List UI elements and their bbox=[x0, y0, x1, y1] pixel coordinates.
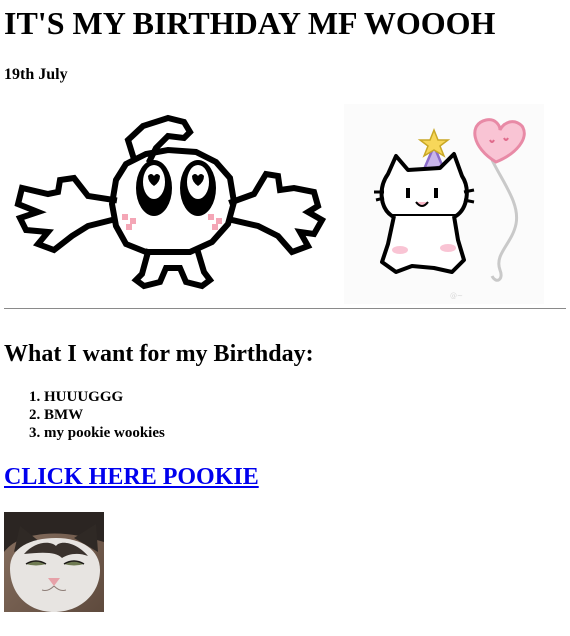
section-divider bbox=[4, 308, 566, 309]
list-item: my pookie wookies bbox=[44, 424, 165, 442]
list-item: HUUUGGG bbox=[44, 388, 165, 406]
wishlist: HUUUGGG BMW my pookie wookies bbox=[44, 388, 165, 442]
click-here-pookie-link[interactable]: CLICK HERE POOKIE bbox=[4, 462, 259, 492]
cat-photo-image bbox=[4, 512, 104, 612]
hug-creature-image bbox=[8, 108, 336, 304]
page-title: IT'S MY BIRTHDAY MF WOOOH bbox=[4, 5, 496, 41]
birthday-date: 19th July bbox=[4, 66, 68, 83]
list-item: BMW bbox=[44, 406, 165, 424]
birthday-page: IT'S MY BIRTHDAY MF WOOOH 19th July @~ W… bbox=[0, 0, 570, 636]
wishlist-heading: What I want for my Birthday: bbox=[4, 341, 314, 367]
svg-text:@~: @~ bbox=[450, 292, 463, 300]
party-cat-image: @~ bbox=[344, 104, 544, 304]
